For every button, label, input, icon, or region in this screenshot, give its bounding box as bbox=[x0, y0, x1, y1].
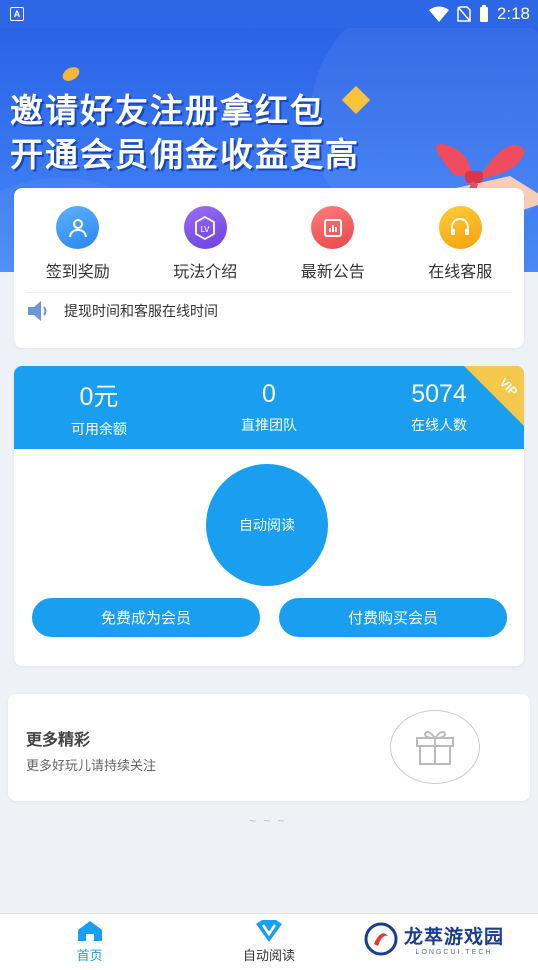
stat-label: 直推团队 bbox=[241, 417, 297, 433]
stat-value: 0 bbox=[262, 380, 276, 408]
quick-menu-card: 签到奖励 LV 玩法介绍 最新公告 在线客服 提现时间和客服在线时间 bbox=[14, 188, 524, 348]
free-member-button[interactable]: 免费成为会员 bbox=[32, 598, 260, 637]
menu-item-checkin[interactable]: 签到奖励 bbox=[23, 206, 133, 282]
auto-read-button[interactable]: 自动阅读 bbox=[206, 464, 328, 586]
stat-value: 0元 bbox=[79, 382, 119, 411]
banner-headline: 邀请好友注册拿红包 bbox=[10, 91, 325, 130]
nav-label: 自动阅读 bbox=[242, 948, 295, 963]
menu-label: 玩法介绍 bbox=[173, 264, 238, 281]
gift-icon bbox=[390, 710, 480, 784]
speaker-icon bbox=[28, 301, 47, 321]
nav-label: 首页 bbox=[76, 948, 103, 963]
stat-balance: 0元 可用余额 bbox=[19, 377, 179, 439]
member-stats-card: 0元 可用余额 0 直推团队 5074 在线人数 VIP 自动阅读 免费成为会员… bbox=[14, 366, 524, 666]
app-notification-icon: A bbox=[10, 7, 24, 21]
user-heart-icon bbox=[56, 206, 100, 249]
stat-team: 0 直推团队 bbox=[189, 380, 349, 435]
menu-item-announcement[interactable]: 最新公告 bbox=[278, 206, 388, 282]
home-icon bbox=[77, 921, 102, 941]
banner-subheadline: 开通会员佣金收益更高 bbox=[10, 135, 360, 174]
nav-home[interactable]: 首页 bbox=[0, 914, 179, 970]
status-bar: A 2:18 bbox=[0, 0, 538, 28]
diamond-v-icon bbox=[255, 920, 282, 942]
no-sim-icon bbox=[457, 6, 471, 22]
menu-item-guide[interactable]: LV 玩法介绍 bbox=[150, 206, 260, 282]
headset-icon bbox=[438, 206, 482, 249]
menu-item-support[interactable]: 在线客服 bbox=[405, 206, 515, 282]
clock: 2:18 bbox=[496, 4, 530, 23]
nav-auto-read[interactable]: 自动阅读 bbox=[179, 914, 358, 970]
more-content-card[interactable]: 更多精彩 更多好玩儿请持续关注 bbox=[8, 694, 530, 801]
watermark-logo-icon bbox=[364, 922, 398, 956]
more-subtitle: 更多好玩儿请持续关注 bbox=[26, 758, 157, 773]
battery-icon bbox=[479, 5, 488, 22]
chart-doc-icon bbox=[311, 206, 355, 249]
level-badge-icon: LV bbox=[183, 206, 227, 249]
menu-label: 签到奖励 bbox=[45, 264, 110, 281]
scroll-divider: ~ ~ ~ bbox=[249, 814, 287, 828]
notice-bar[interactable]: 提现时间和客服在线时间 bbox=[26, 292, 512, 323]
watermark-subtitle: LONGCUI.TECH bbox=[415, 949, 493, 956]
menu-label: 最新公告 bbox=[300, 264, 365, 281]
wifi-icon bbox=[428, 6, 449, 22]
vip-badge: VIP bbox=[464, 366, 524, 426]
coin-icon bbox=[60, 64, 82, 84]
stat-label: 可用余额 bbox=[71, 420, 127, 437]
notice-text: 提现时间和客服在线时间 bbox=[64, 303, 218, 319]
site-watermark: 龙萃游戏园 LONGCUI.TECH bbox=[364, 922, 504, 956]
svg-text:LV: LV bbox=[201, 225, 211, 234]
menu-label: 在线客服 bbox=[428, 264, 493, 281]
buy-member-button[interactable]: 付费购买会员 bbox=[279, 598, 507, 637]
watermark-title: 龙萃游戏园 bbox=[404, 927, 505, 948]
more-title: 更多精彩 bbox=[26, 732, 91, 749]
stats-header: 0元 可用余额 0 直推团队 5074 在线人数 VIP bbox=[14, 366, 524, 449]
